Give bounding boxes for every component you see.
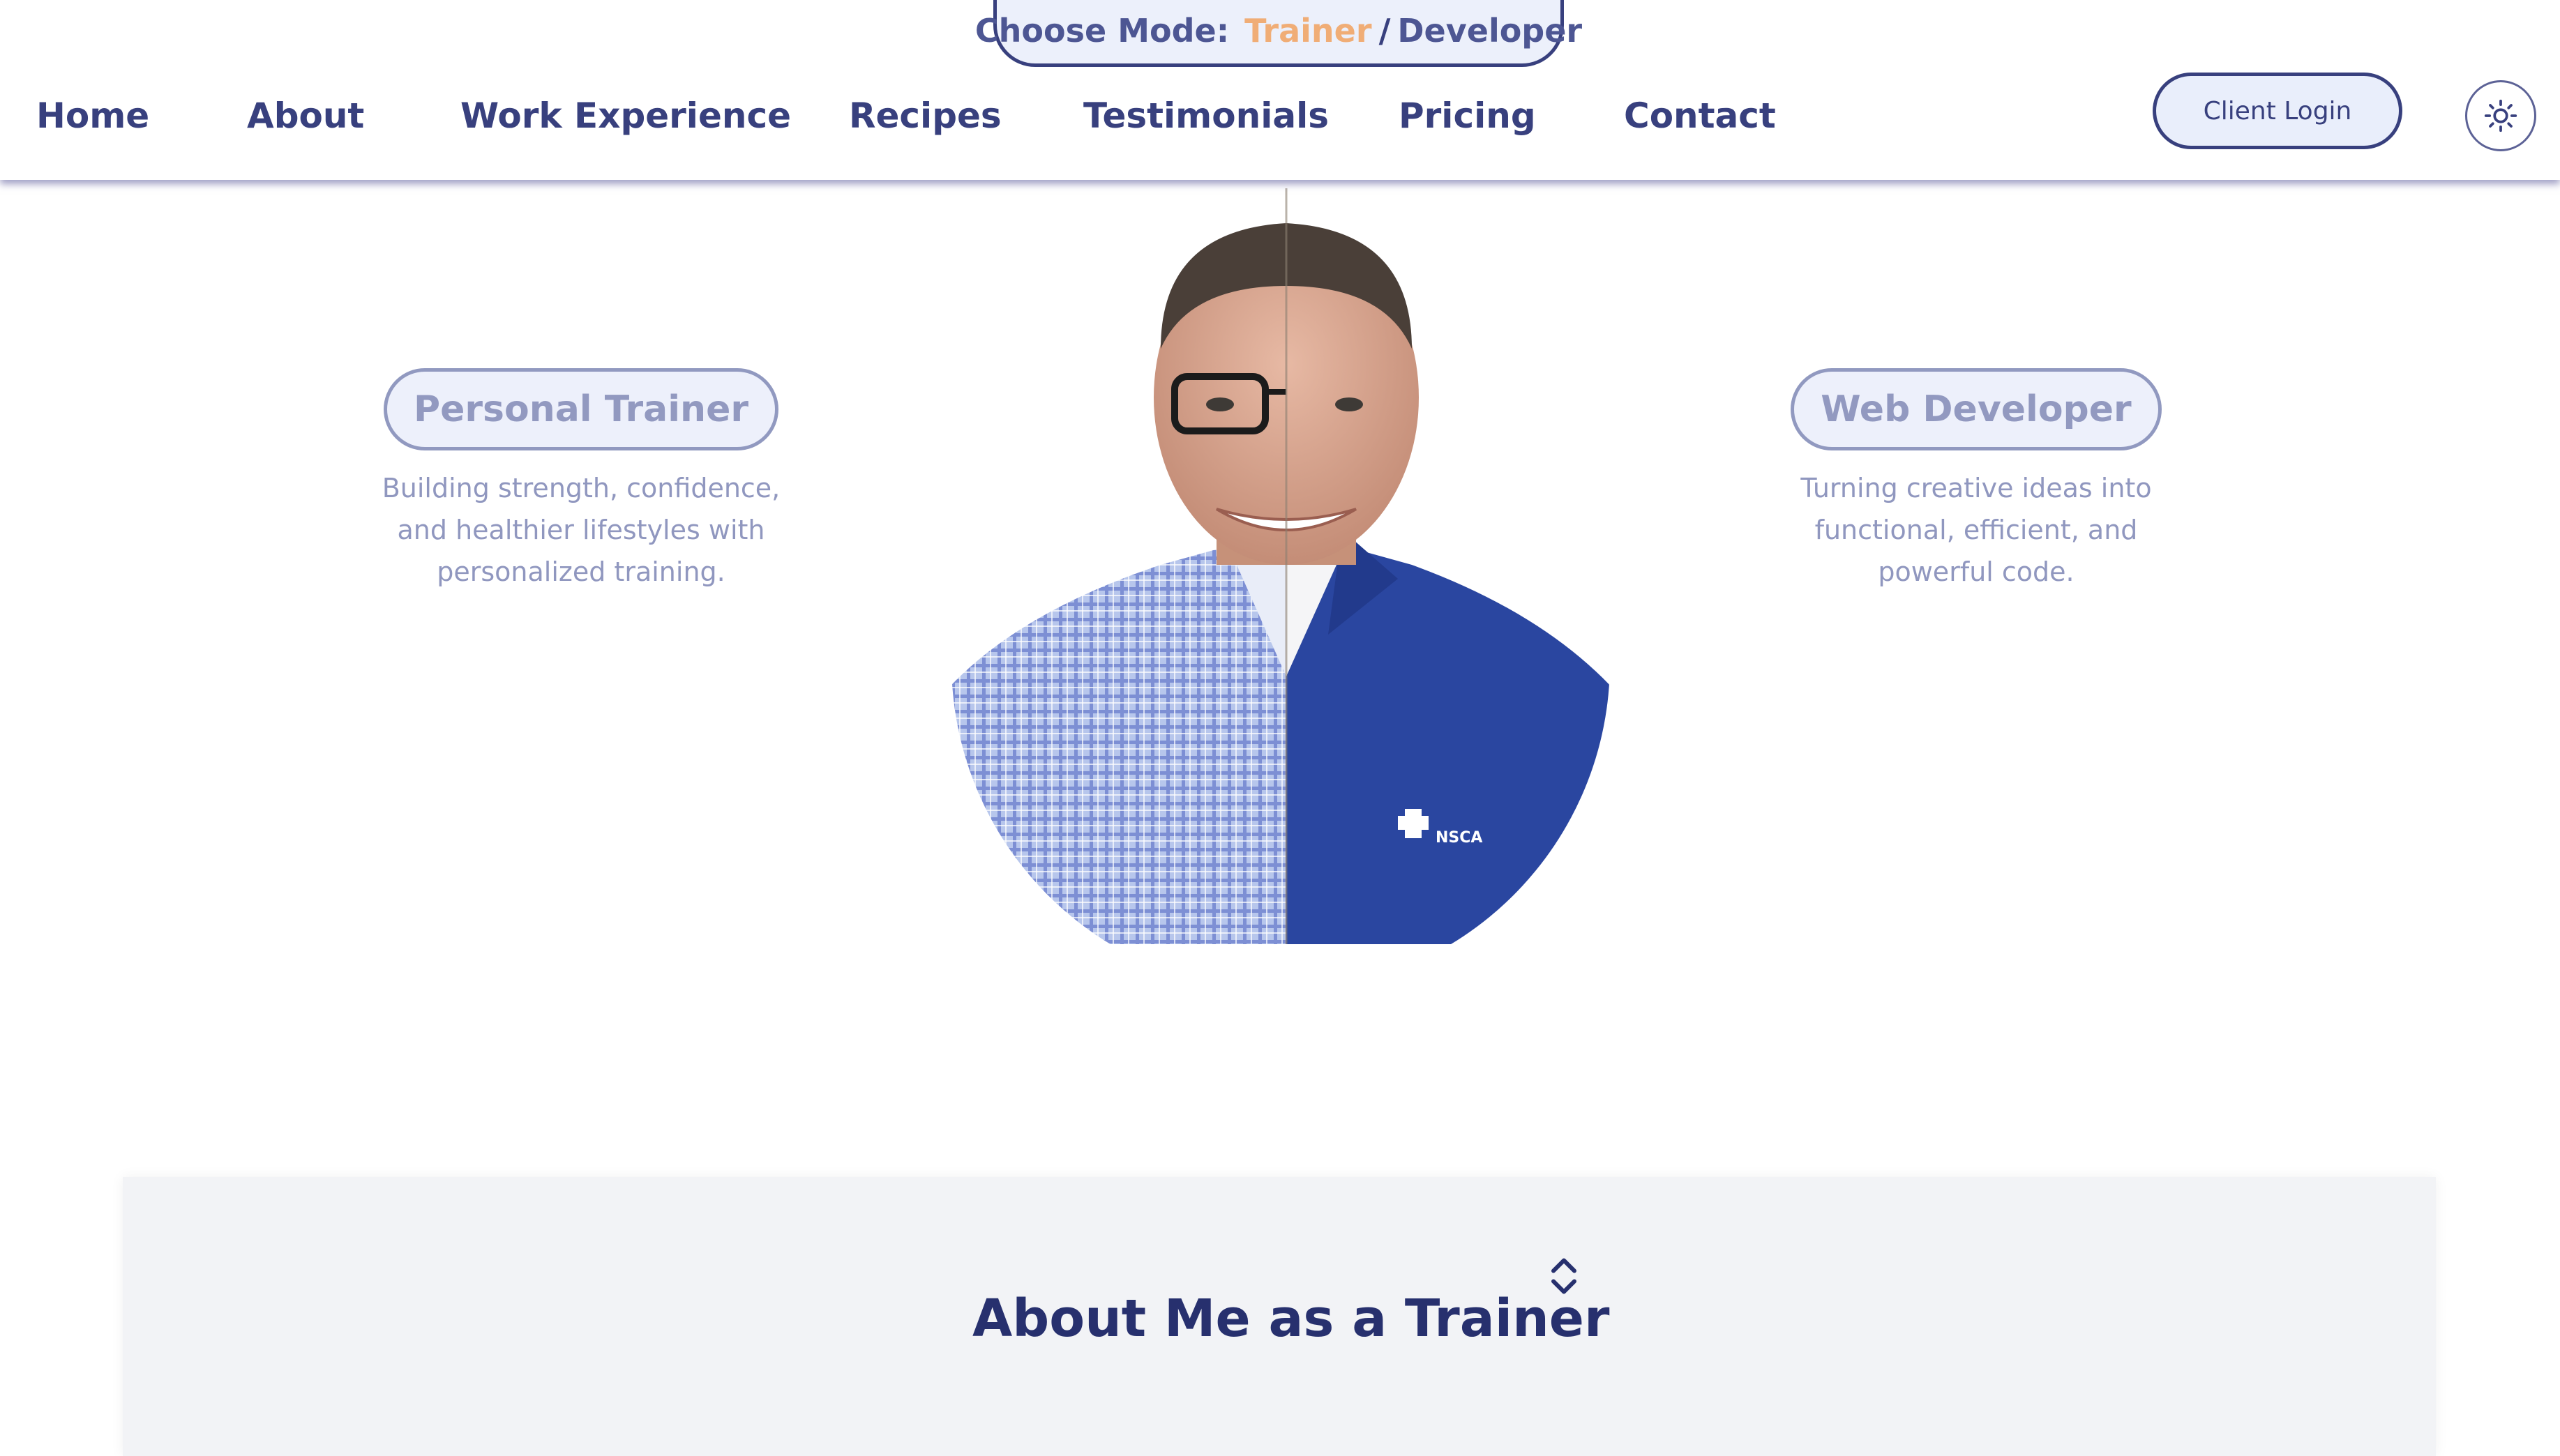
site-header: Choose Mode: Trainer / Developer Home Ab… [0, 0, 2560, 180]
about-section-title: About Me as a Trainer [972, 1289, 1610, 1349]
mode-separator: / [1378, 11, 1391, 50]
nav-contact[interactable]: Contact [1624, 91, 1776, 141]
mode-switch-label: Choose Mode: [974, 11, 1230, 50]
web-developer-button[interactable]: Web Developer [1791, 368, 2162, 450]
mode-developer-option[interactable]: Developer [1397, 12, 1582, 50]
nav-work-experience[interactable]: Work Experience [460, 91, 791, 141]
web-developer-description: Turning creative ideas into functional, … [1800, 473, 2152, 587]
developer-role-card: Web Developer Turning creative ideas int… [1732, 368, 2220, 619]
theme-toggle-button[interactable] [2465, 80, 2536, 151]
chevron-up-down-icon[interactable] [1543, 1255, 1585, 1297]
split-portrait-image: NSCA [951, 188, 1610, 944]
nav-testimonials[interactable]: Testimonials [1083, 91, 1329, 141]
personal-trainer-description: Building strength, confidence, and healt… [382, 473, 781, 587]
nav-about[interactable]: About [247, 91, 364, 141]
nav-recipes[interactable]: Recipes [849, 91, 1002, 141]
nav-pricing[interactable]: Pricing [1399, 91, 1536, 141]
nsca-logo-text: NSCA [1436, 829, 1482, 847]
client-login-button[interactable]: Client Login [2153, 73, 2402, 149]
personal-trainer-button[interactable]: Personal Trainer [384, 368, 778, 450]
mode-switch: Choose Mode: Trainer / Developer [975, 0, 1582, 67]
mode-trainer-option[interactable]: Trainer [1244, 12, 1371, 50]
sun-icon [2484, 99, 2517, 132]
nav-home[interactable]: Home [36, 91, 149, 141]
trainer-role-card: Personal Trainer Building strength, conf… [337, 368, 825, 619]
